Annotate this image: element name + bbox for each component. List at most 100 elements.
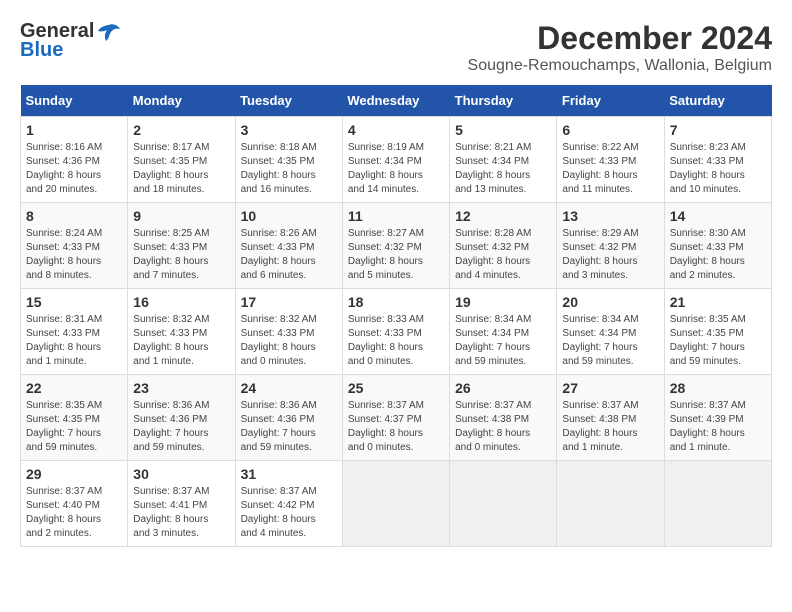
calendar-title: December 2024 bbox=[468, 20, 772, 57]
day-number: 20 bbox=[562, 294, 658, 310]
day-number: 25 bbox=[348, 380, 444, 396]
day-number: 5 bbox=[455, 122, 551, 138]
day-info: Sunrise: 8:23 AM Sunset: 4:33 PM Dayligh… bbox=[670, 141, 766, 197]
table-row bbox=[664, 461, 771, 547]
table-row: 7 Sunrise: 8:23 AM Sunset: 4:33 PM Daylig… bbox=[664, 117, 771, 203]
day-info: Sunrise: 8:22 AM Sunset: 4:33 PM Dayligh… bbox=[562, 141, 658, 197]
day-number: 26 bbox=[455, 380, 551, 396]
table-row: 28Sunrise: 8:37 AM Sunset: 4:39 PM Dayli… bbox=[664, 375, 771, 461]
table-row: 15 Sunrise: 8:31 AM Sunset: 4:33 PM Dayli… bbox=[21, 289, 128, 375]
table-row: 25 Sunrise: 8:37 AM Sunset: 4:37 PM Dayli… bbox=[342, 375, 449, 461]
table-row: 3 Sunrise: 8:18 AM Sunset: 4:35 PM Daylig… bbox=[235, 117, 342, 203]
day-number: 7 bbox=[670, 122, 766, 138]
day-info: Sunrise: 8:37 AM Sunset: 4:38 PM Dayligh… bbox=[562, 399, 658, 455]
day-info: Sunrise: 8:34 AM Sunset: 4:34 PM Dayligh… bbox=[455, 313, 551, 369]
day-info: Sunrise: 8:16 AM Sunset: 4:36 PM Dayligh… bbox=[26, 141, 122, 197]
col-wednesday: Wednesday bbox=[342, 85, 449, 117]
logo: General Blue bbox=[20, 20, 120, 62]
day-number: 24 bbox=[241, 380, 337, 396]
table-row: 12 Sunrise: 8:28 AM Sunset: 4:32 PM Dayli… bbox=[450, 203, 557, 289]
table-row: 29Sunrise: 8:37 AM Sunset: 4:40 PM Dayli… bbox=[21, 461, 128, 547]
day-info: Sunrise: 8:25 AM Sunset: 4:33 PM Dayligh… bbox=[133, 227, 229, 283]
table-row: 2 Sunrise: 8:17 AM Sunset: 4:35 PM Daylig… bbox=[128, 117, 235, 203]
title-section: December 2024 Sougne-Remouchamps, Wallon… bbox=[468, 20, 772, 75]
day-info: Sunrise: 8:29 AM Sunset: 4:32 PM Dayligh… bbox=[562, 227, 658, 283]
day-number: 31 bbox=[241, 466, 337, 482]
calendar-week-row: 8Sunrise: 8:24 AM Sunset: 4:33 PM Daylig… bbox=[21, 203, 772, 289]
table-row: 16 Sunrise: 8:32 AM Sunset: 4:33 PM Dayli… bbox=[128, 289, 235, 375]
table-row: 18 Sunrise: 8:33 AM Sunset: 4:33 PM Dayli… bbox=[342, 289, 449, 375]
col-monday: Monday bbox=[128, 85, 235, 117]
day-info: Sunrise: 8:37 AM Sunset: 4:39 PM Dayligh… bbox=[670, 399, 766, 455]
day-number: 18 bbox=[348, 294, 444, 310]
table-row: 20 Sunrise: 8:34 AM Sunset: 4:34 PM Dayli… bbox=[557, 289, 664, 375]
day-info: Sunrise: 8:30 AM Sunset: 4:33 PM Dayligh… bbox=[670, 227, 766, 283]
table-row: 14 Sunrise: 8:30 AM Sunset: 4:33 PM Dayli… bbox=[664, 203, 771, 289]
day-number: 15 bbox=[26, 294, 122, 310]
day-number: 27 bbox=[562, 380, 658, 396]
day-info: Sunrise: 8:37 AM Sunset: 4:38 PM Dayligh… bbox=[455, 399, 551, 455]
col-saturday: Saturday bbox=[664, 85, 771, 117]
col-tuesday: Tuesday bbox=[235, 85, 342, 117]
day-number: 3 bbox=[241, 122, 337, 138]
day-number: 12 bbox=[455, 208, 551, 224]
day-number: 2 bbox=[133, 122, 229, 138]
day-number: 16 bbox=[133, 294, 229, 310]
table-row bbox=[450, 461, 557, 547]
table-row bbox=[342, 461, 449, 547]
calendar-table: Sunday Monday Tuesday Wednesday Thursday… bbox=[20, 85, 772, 547]
day-info: Sunrise: 8:35 AM Sunset: 4:35 PM Dayligh… bbox=[670, 313, 766, 369]
day-number: 30 bbox=[133, 466, 229, 482]
day-info: Sunrise: 8:27 AM Sunset: 4:32 PM Dayligh… bbox=[348, 227, 444, 283]
day-info: Sunrise: 8:36 AM Sunset: 4:36 PM Dayligh… bbox=[133, 399, 229, 455]
table-row: 6 Sunrise: 8:22 AM Sunset: 4:33 PM Daylig… bbox=[557, 117, 664, 203]
table-row: 24 Sunrise: 8:36 AM Sunset: 4:36 PM Dayli… bbox=[235, 375, 342, 461]
table-row: 17Sunrise: 8:32 AM Sunset: 4:33 PM Dayli… bbox=[235, 289, 342, 375]
table-row: 1 Sunrise: 8:16 AM Sunset: 4:36 PM Daylig… bbox=[21, 117, 128, 203]
table-row: 30Sunrise: 8:37 AM Sunset: 4:41 PM Dayli… bbox=[128, 461, 235, 547]
day-info: Sunrise: 8:36 AM Sunset: 4:36 PM Dayligh… bbox=[241, 399, 337, 455]
col-thursday: Thursday bbox=[450, 85, 557, 117]
day-number: 1 bbox=[26, 122, 122, 138]
calendar-week-row: 1 Sunrise: 8:16 AM Sunset: 4:36 PM Daylig… bbox=[21, 117, 772, 203]
day-info: Sunrise: 8:18 AM Sunset: 4:35 PM Dayligh… bbox=[241, 141, 337, 197]
day-info: Sunrise: 8:31 AM Sunset: 4:33 PM Dayligh… bbox=[26, 313, 122, 369]
table-row: 27 Sunrise: 8:37 AM Sunset: 4:38 PM Dayli… bbox=[557, 375, 664, 461]
day-info: Sunrise: 8:21 AM Sunset: 4:34 PM Dayligh… bbox=[455, 141, 551, 197]
table-row bbox=[557, 461, 664, 547]
logo-bird-icon bbox=[98, 23, 120, 41]
day-info: Sunrise: 8:32 AM Sunset: 4:33 PM Dayligh… bbox=[133, 313, 229, 369]
table-row: 13Sunrise: 8:29 AM Sunset: 4:32 PM Dayli… bbox=[557, 203, 664, 289]
day-number: 17 bbox=[241, 294, 337, 310]
calendar-week-row: 22Sunrise: 8:35 AM Sunset: 4:35 PM Dayli… bbox=[21, 375, 772, 461]
calendar-week-row: 29Sunrise: 8:37 AM Sunset: 4:40 PM Dayli… bbox=[21, 461, 772, 547]
day-number: 14 bbox=[670, 208, 766, 224]
day-number: 19 bbox=[455, 294, 551, 310]
table-row: 11 Sunrise: 8:27 AM Sunset: 4:32 PM Dayli… bbox=[342, 203, 449, 289]
table-row: 9 Sunrise: 8:25 AM Sunset: 4:33 PM Daylig… bbox=[128, 203, 235, 289]
day-number: 6 bbox=[562, 122, 658, 138]
day-info: Sunrise: 8:19 AM Sunset: 4:34 PM Dayligh… bbox=[348, 141, 444, 197]
day-info: Sunrise: 8:17 AM Sunset: 4:35 PM Dayligh… bbox=[133, 141, 229, 197]
day-number: 4 bbox=[348, 122, 444, 138]
table-row: 23Sunrise: 8:36 AM Sunset: 4:36 PM Dayli… bbox=[128, 375, 235, 461]
day-info: Sunrise: 8:34 AM Sunset: 4:34 PM Dayligh… bbox=[562, 313, 658, 369]
day-info: Sunrise: 8:24 AM Sunset: 4:33 PM Dayligh… bbox=[26, 227, 122, 283]
day-info: Sunrise: 8:37 AM Sunset: 4:37 PM Dayligh… bbox=[348, 399, 444, 455]
day-info: Sunrise: 8:26 AM Sunset: 4:33 PM Dayligh… bbox=[241, 227, 337, 283]
table-row: 4 Sunrise: 8:19 AM Sunset: 4:34 PM Daylig… bbox=[342, 117, 449, 203]
day-number: 9 bbox=[133, 208, 229, 224]
table-row: 19 Sunrise: 8:34 AM Sunset: 4:34 PM Dayli… bbox=[450, 289, 557, 375]
col-friday: Friday bbox=[557, 85, 664, 117]
table-row: 5 Sunrise: 8:21 AM Sunset: 4:34 PM Daylig… bbox=[450, 117, 557, 203]
day-number: 11 bbox=[348, 208, 444, 224]
col-sunday: Sunday bbox=[21, 85, 128, 117]
day-info: Sunrise: 8:28 AM Sunset: 4:32 PM Dayligh… bbox=[455, 227, 551, 283]
calendar-subtitle: Sougne-Remouchamps, Wallonia, Belgium bbox=[468, 57, 772, 75]
calendar-week-row: 15 Sunrise: 8:31 AM Sunset: 4:33 PM Dayli… bbox=[21, 289, 772, 375]
day-info: Sunrise: 8:35 AM Sunset: 4:35 PM Dayligh… bbox=[26, 399, 122, 455]
day-info: Sunrise: 8:33 AM Sunset: 4:33 PM Dayligh… bbox=[348, 313, 444, 369]
day-number: 10 bbox=[241, 208, 337, 224]
table-row: 22Sunrise: 8:35 AM Sunset: 4:35 PM Dayli… bbox=[21, 375, 128, 461]
day-number: 21 bbox=[670, 294, 766, 310]
